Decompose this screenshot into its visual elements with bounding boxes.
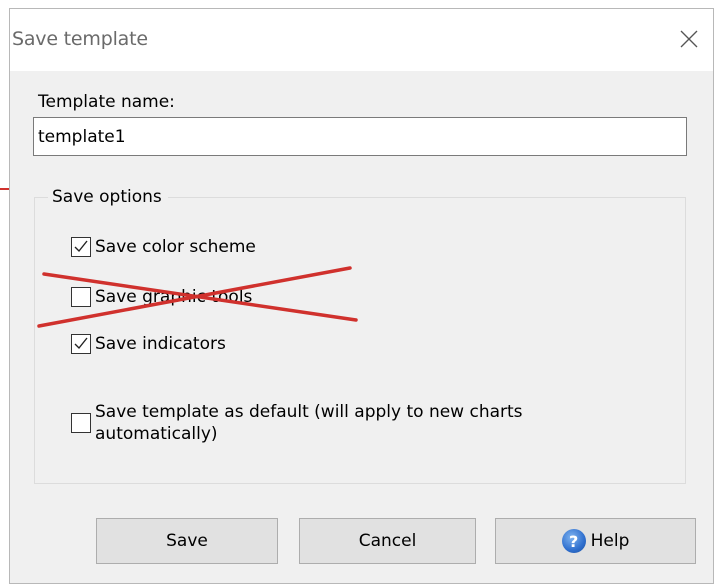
checkbox-box	[71, 237, 91, 257]
save-graphic-tools-checkbox[interactable]: Save graphic tools	[71, 287, 252, 311]
close-x-icon	[680, 30, 698, 48]
save-options-legend: Save options	[48, 187, 168, 207]
checkbox-label: Save color scheme	[95, 237, 256, 257]
help-button-label: Help	[590, 531, 630, 551]
question-icon: ?	[561, 529, 586, 553]
checkbox-box	[71, 334, 91, 354]
template-name-label: Template name:	[38, 92, 175, 112]
checkbox-box	[71, 287, 91, 307]
cancel-button[interactable]: Cancel	[299, 518, 476, 564]
checkmark-icon	[74, 337, 88, 350]
help-button[interactable]: ? Help	[495, 518, 696, 564]
checkbox-label-line2: automatically)	[95, 424, 218, 444]
save-color-scheme-checkbox[interactable]: Save color scheme	[71, 237, 256, 261]
checkbox-label: Save indicators	[95, 334, 226, 354]
checkbox-box	[71, 413, 91, 433]
save-button[interactable]: Save	[96, 518, 278, 564]
checkbox-label-line1: Save template as default (will apply to …	[95, 402, 523, 422]
save-indicators-checkbox[interactable]: Save indicators	[71, 334, 226, 358]
checkmark-icon	[74, 240, 88, 253]
checkbox-label: Save graphic tools	[95, 287, 253, 307]
checkbox-label: Save template as default (will apply to …	[95, 401, 523, 445]
template-name-input[interactable]	[33, 117, 687, 156]
dialog-titlebar: Save template	[10, 9, 713, 71]
save-template-default-checkbox[interactable]: Save template as default (will apply to …	[71, 397, 523, 449]
close-button[interactable]	[665, 22, 713, 56]
dialog-title: Save template	[12, 28, 148, 50]
